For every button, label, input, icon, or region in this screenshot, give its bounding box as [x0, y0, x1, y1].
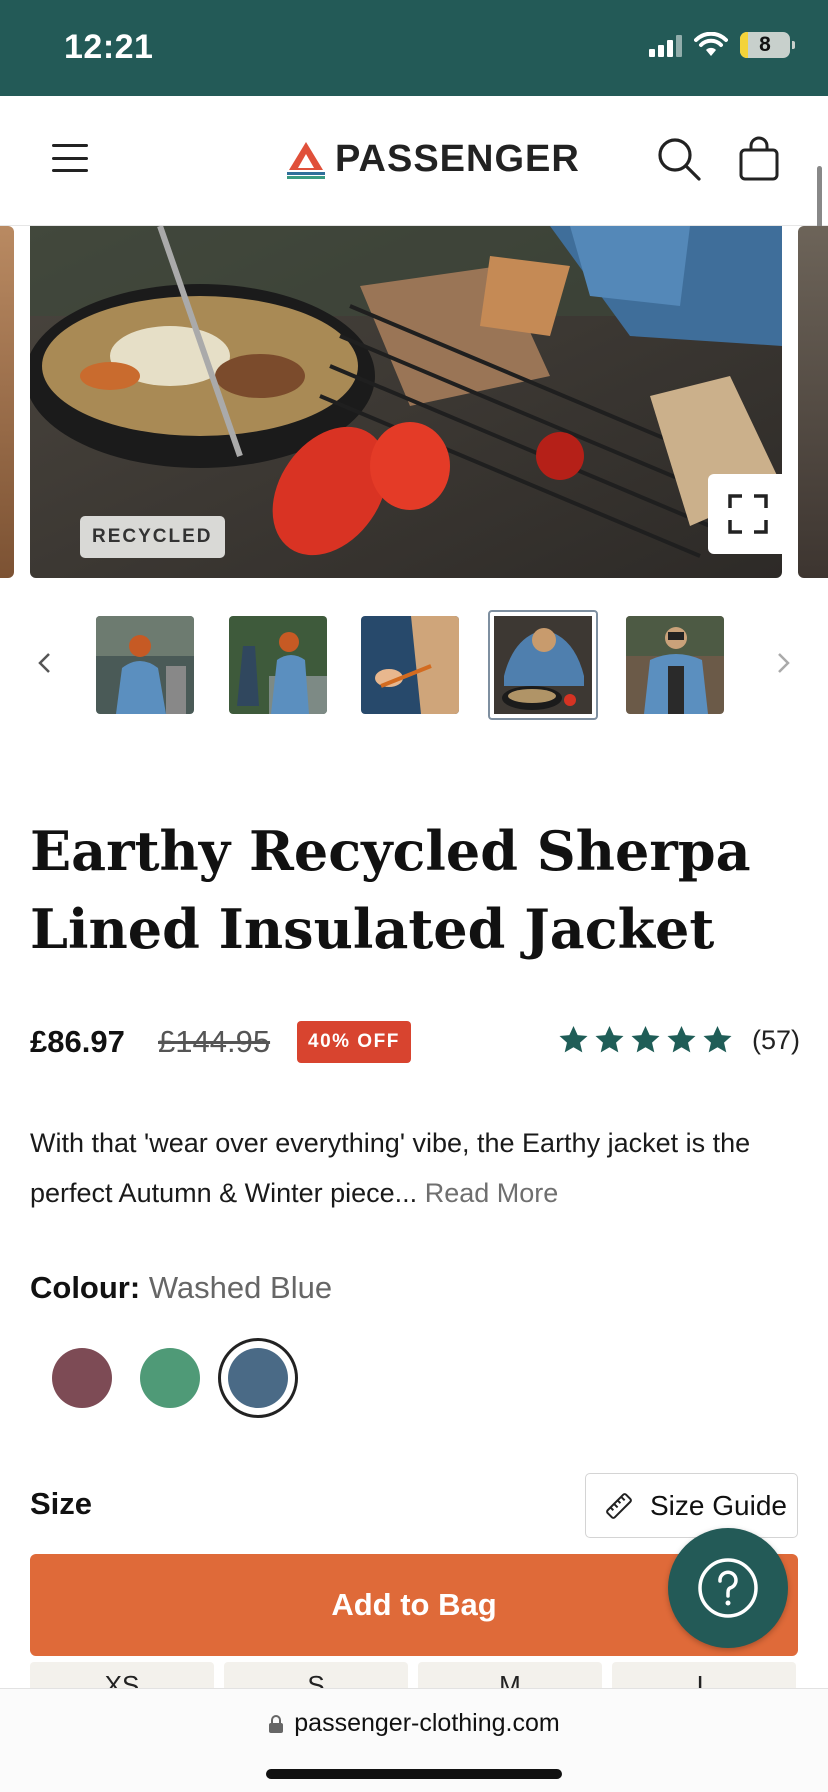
fullscreen-button[interactable]: [708, 474, 782, 554]
review-count[interactable]: (57): [752, 1025, 800, 1056]
search-icon[interactable]: [656, 136, 702, 182]
brand-name: PASSENGER: [335, 138, 580, 180]
size-guide-label: Size Guide: [650, 1489, 787, 1521]
shopping-bag-icon[interactable]: [738, 136, 780, 182]
size-option-l[interactable]: L: [612, 1662, 796, 1688]
lock-icon: [269, 1714, 284, 1733]
colour-selector-label: Colour: Washed Blue: [30, 1270, 332, 1306]
product-hero-image[interactable]: RECYCLED: [30, 226, 782, 578]
product-description: With that 'wear over everything' vibe, t…: [30, 1118, 800, 1218]
previous-slide-peek: [0, 226, 14, 578]
status-time: 12:21: [64, 28, 154, 66]
product-rating[interactable]: (57): [557, 1024, 800, 1056]
colour-label: Colour:: [30, 1270, 141, 1305]
brand-logo[interactable]: PASSENGER: [285, 138, 580, 181]
status-icons: 8: [649, 32, 795, 58]
description-text: With that 'wear over everything' vibe, t…: [30, 1128, 751, 1208]
original-price: £144.95: [158, 1024, 271, 1059]
status-bar: 12:21 8: [0, 0, 828, 96]
battery-icon: 8: [740, 32, 795, 58]
size-option-s[interactable]: S: [224, 1662, 408, 1688]
browser-address-bar[interactable]: passenger-clothing.com: [0, 1688, 828, 1792]
chevron-right-icon[interactable]: [768, 648, 798, 678]
url-text: passenger-clothing.com: [294, 1709, 560, 1737]
thumbnail-2[interactable]: [229, 616, 327, 714]
star-icon: [631, 1026, 660, 1053]
sale-price: £86.97: [30, 1024, 125, 1059]
cellular-signal-icon: [649, 33, 682, 57]
rating-stars: [557, 1024, 734, 1056]
star-icon: [703, 1026, 732, 1053]
ruler-icon: [606, 1492, 632, 1519]
menu-icon[interactable]: [52, 144, 88, 172]
price-row: £86.97 £144.95 40% OFF (57): [30, 1020, 800, 1064]
size-guide-button[interactable]: Size Guide: [585, 1473, 798, 1538]
wifi-icon: [694, 32, 728, 56]
product-image-carousel[interactable]: RECYCLED: [0, 226, 828, 578]
help-button[interactable]: [668, 1528, 788, 1648]
home-indicator[interactable]: [266, 1769, 562, 1779]
discount-badge: 40% OFF: [297, 1021, 411, 1063]
size-label: Size: [30, 1486, 93, 1521]
thumbnail-3[interactable]: [361, 616, 459, 714]
colour-swatch[interactable]: [52, 1348, 112, 1408]
thumbnail-1[interactable]: [96, 616, 194, 714]
star-icon: [667, 1026, 696, 1053]
size-options: XS S M L: [30, 1662, 798, 1688]
site-header: PASSENGER: [0, 96, 828, 226]
size-option-xs[interactable]: XS: [30, 1662, 214, 1688]
mountain-logo-icon: [287, 141, 325, 179]
size-option-m[interactable]: M: [418, 1662, 602, 1688]
star-icon: [595, 1026, 624, 1053]
thumbnail-strip: [0, 610, 828, 722]
battery-level: 8: [759, 33, 771, 56]
colour-swatch-selected[interactable]: [228, 1348, 288, 1408]
star-icon: [559, 1026, 588, 1053]
expand-icon: [728, 494, 768, 534]
colour-swatch[interactable]: [140, 1348, 200, 1408]
recycled-badge: RECYCLED: [80, 516, 225, 558]
thumbnail-5[interactable]: [626, 616, 724, 714]
thumbnail-4[interactable]: [488, 610, 598, 720]
read-more-link[interactable]: Read More: [425, 1178, 559, 1208]
product-title: Earthy Recycled Sherpa Lined Insulated J…: [30, 819, 751, 961]
question-icon: [698, 1558, 758, 1618]
next-slide-peek: [798, 226, 828, 578]
selected-colour: Washed Blue: [148, 1270, 333, 1305]
chevron-left-icon[interactable]: [30, 648, 60, 678]
url-display[interactable]: passenger-clothing.com: [0, 1709, 828, 1738]
